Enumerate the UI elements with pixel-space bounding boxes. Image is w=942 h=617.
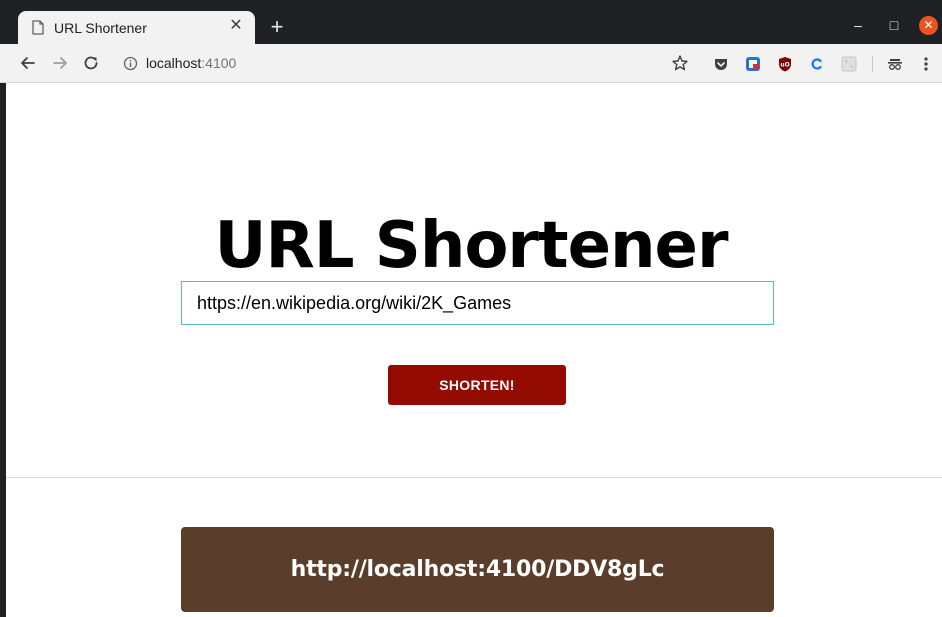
incognito-icon[interactable] (887, 56, 903, 72)
page-icon (32, 20, 44, 35)
short-url-text[interactable]: http://localhost:4100/DDV8gLc (291, 557, 665, 582)
pocket-icon[interactable] (713, 56, 729, 72)
browser-toolbar: localhost:4100 uO (0, 44, 942, 83)
address-bar[interactable]: localhost:4100 (114, 49, 700, 78)
reload-icon[interactable] (81, 53, 101, 73)
extension-c-icon[interactable] (809, 56, 825, 72)
browser-titlebar: URL Shortener ✕ + – □ ✕ (0, 0, 942, 44)
bookmark-star-icon[interactable] (671, 54, 689, 72)
section-divider (6, 477, 942, 478)
shorten-button[interactable]: SHORTEN! (388, 365, 566, 405)
toolbar-divider (872, 56, 873, 72)
window-minimize-button[interactable]: – (848, 15, 868, 35)
info-icon[interactable] (123, 56, 138, 71)
ublock-origin-icon[interactable]: uO (777, 56, 793, 72)
url-host: localhost (146, 55, 202, 71)
tab-title: URL Shortener (54, 20, 147, 36)
extension-blue-icon[interactable] (745, 56, 761, 72)
page-title: URL Shortener (214, 208, 728, 283)
back-arrow-icon[interactable] (18, 53, 38, 73)
short-url-result: http://localhost:4100/DDV8gLc (181, 527, 774, 612)
address-url[interactable]: localhost:4100 (146, 55, 236, 71)
tab-close-icon[interactable]: ✕ (227, 17, 245, 35)
window-maximize-button[interactable]: □ (884, 15, 904, 35)
forward-arrow-icon[interactable] (50, 53, 70, 73)
url-port: :4100 (201, 55, 237, 71)
url-input[interactable] (181, 281, 774, 325)
kebab-menu-icon[interactable] (918, 55, 934, 73)
new-tab-button[interactable]: + (266, 16, 288, 39)
page-content: URL Shortener SHORTEN! http://localhost:… (6, 83, 942, 617)
window-close-button[interactable]: ✕ (919, 16, 938, 35)
extension-grey-icon[interactable] (841, 56, 857, 72)
svg-text:uO: uO (780, 62, 789, 69)
browser-tab[interactable]: URL Shortener ✕ (18, 11, 255, 44)
